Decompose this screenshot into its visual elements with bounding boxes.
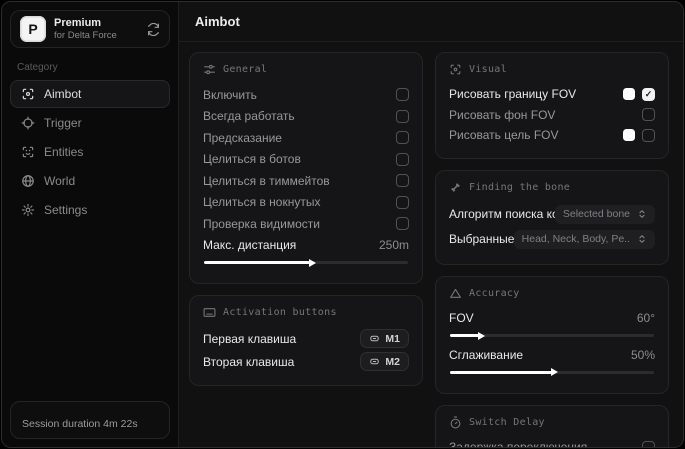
toggle-row: Предсказание <box>203 127 409 149</box>
visual-row: Рисовать цель FOV <box>449 125 655 146</box>
toggle-row: Всегда работать <box>203 106 409 128</box>
brand-title: Premium <box>54 16 102 29</box>
checkbox[interactable] <box>396 109 409 123</box>
slider-thumb[interactable] <box>477 331 485 340</box>
timer-icon <box>450 416 461 428</box>
crosshair-scope-icon <box>22 88 34 100</box>
toggle-row: Целиться в тиммейтов <box>203 170 409 192</box>
switch-delay-panel: Switch Delay Задержка переключения Задер… <box>435 404 669 447</box>
slider-thumb[interactable] <box>309 258 317 267</box>
sidebar-item-trigger[interactable]: Trigger <box>10 109 170 137</box>
brand-logo: P <box>20 16 46 42</box>
bone-algorithm-select[interactable]: Selected bone <box>554 204 655 224</box>
visual-row: Рисовать границу FOV <box>449 84 655 105</box>
finding-bone-panel: Finding the bone Алгоритм поиска костей … <box>435 169 669 265</box>
panel-title: Accuracy <box>469 287 520 299</box>
color-swatch[interactable] <box>623 129 635 142</box>
session-duration: Session duration 4m 22s <box>10 401 170 439</box>
keybind-row: Вторая клавиша M2 <box>203 350 409 373</box>
mouse-icon <box>370 358 380 365</box>
keyboard-icon <box>203 308 216 317</box>
slider-thumb[interactable] <box>551 368 558 376</box>
fov-slider[interactable] <box>450 331 654 340</box>
checkbox[interactable] <box>396 88 409 102</box>
mouse-icon <box>370 335 380 342</box>
sidebar-item-label: Entities <box>44 145 84 159</box>
triangle-icon <box>450 288 461 298</box>
panel-title: Activation buttons <box>223 307 337 318</box>
toggle-row: Включить <box>203 84 409 106</box>
sidebar-item-label: Trigger <box>44 116 82 130</box>
panel-title: Switch Delay <box>469 416 545 428</box>
panel-title: General <box>223 64 268 75</box>
main-area: Aimbot General Включить Всегда работать … <box>179 2 683 447</box>
toggle-row: Целиться в нокнутых <box>203 192 409 214</box>
color-swatch[interactable] <box>623 88 635 101</box>
bone-row: Алгоритм поиска костей Selected bone <box>449 202 655 227</box>
category-label: Category <box>17 62 58 73</box>
slider-value: 250m <box>378 238 409 253</box>
globe-icon <box>22 175 34 187</box>
toggle-row: Проверка видимости <box>203 213 409 235</box>
keybind-button[interactable]: M1 <box>360 329 409 348</box>
sidebar-item-aimbot[interactable]: Aimbot <box>10 80 170 108</box>
slider-label-row: FOV 60° <box>449 311 655 326</box>
slider-value: 60° <box>636 311 655 326</box>
checkbox[interactable] <box>642 108 655 122</box>
keybind-button[interactable]: M2 <box>360 352 409 371</box>
bone-icon <box>451 182 460 192</box>
toggle-row: Задержка переключения <box>449 437 655 447</box>
sidebar-item-world[interactable]: World <box>10 167 170 195</box>
checkbox[interactable] <box>396 174 409 188</box>
checkbox[interactable] <box>396 131 409 145</box>
bone-row: Выбранные кости Head, Neck, Body, Pe.. <box>449 227 655 252</box>
checkbox[interactable] <box>642 87 655 101</box>
checkbox[interactable] <box>642 128 655 142</box>
scan-eye-icon <box>450 64 461 75</box>
sidebar-item-label: World <box>44 174 76 188</box>
checkbox[interactable] <box>396 152 409 166</box>
visual-panel: Visual Рисовать границу FOV Рисовать фон… <box>435 52 669 159</box>
general-panel: General Включить Всегда работать Предска… <box>189 52 423 284</box>
checkbox[interactable] <box>396 195 409 209</box>
entities-scan-icon <box>22 146 34 158</box>
sidebar-item-label: Settings <box>44 203 88 217</box>
slider-label-row: Макс. дистанция 250m <box>203 238 409 253</box>
app-window: P Premium for Delta Force Category Aimbo… <box>1 1 684 448</box>
toggle-row: Целиться в ботов <box>203 149 409 171</box>
sidebar: P Premium for Delta Force Category Aimbo… <box>2 2 179 447</box>
checkbox[interactable] <box>642 440 655 447</box>
visual-row: Рисовать фон FOV <box>449 105 655 126</box>
chevrons-up-down-icon <box>639 210 645 218</box>
panel-title: Visual <box>469 64 507 75</box>
accuracy-panel: Accuracy FOV 60° Сглаживание 50% <box>435 275 669 394</box>
page-title: Aimbot <box>179 2 683 42</box>
refresh-icon[interactable] <box>147 22 160 36</box>
sliders-icon <box>204 64 215 75</box>
slider-label-row: Сглаживание 50% <box>449 347 655 362</box>
sidebar-item-label: Aimbot <box>44 87 82 101</box>
gear-icon <box>21 203 35 217</box>
chevrons-up-down-icon <box>639 235 645 243</box>
smoothing-slider[interactable] <box>450 368 654 376</box>
checkbox[interactable] <box>396 217 409 231</box>
selected-bones-select[interactable]: Head, Neck, Body, Pe.. <box>513 229 655 249</box>
panel-title: Finding the bone <box>469 181 571 193</box>
trigger-crosshair-icon <box>21 116 35 130</box>
keybind-row: Первая клавиша M1 <box>203 327 409 350</box>
slider-value: 50% <box>630 347 655 362</box>
brand-card: P Premium for Delta Force <box>10 10 170 48</box>
activation-buttons-panel: Activation buttons Первая клавиша M1 Вто… <box>189 295 423 386</box>
max-distance-slider[interactable] <box>204 258 408 267</box>
sidebar-item-settings[interactable]: Settings <box>10 196 170 224</box>
brand-subtitle: for Delta Force <box>54 29 117 41</box>
sidebar-item-entities[interactable]: Entities <box>10 138 170 166</box>
